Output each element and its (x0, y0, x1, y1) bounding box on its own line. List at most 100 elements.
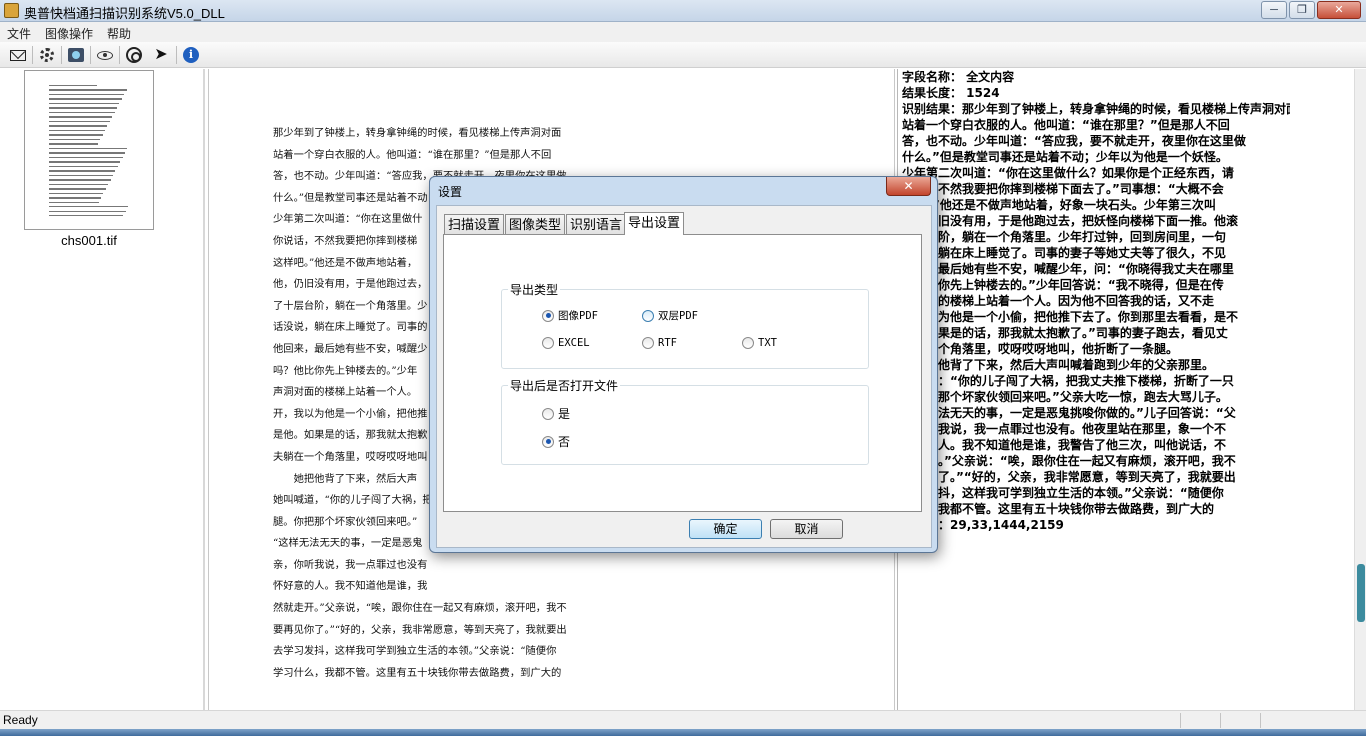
recognition-result-panel[interactable]: 字段名称： 全文内容 结果长度： 1524 识别结果：那少年到了钟楼上，转身拿钟绳的… (897, 69, 1353, 710)
radio-indicator (742, 337, 754, 349)
target-icon (126, 47, 142, 63)
recognition-text: 字段名称： 全文内容 结果长度： 1524 识别结果：那少年到了钟楼上，转身拿钟绳的… (902, 69, 1290, 533)
recognition-line: ，最后她有些不安，喊醒少年，问：“你晓得我丈夫在哪里 (902, 262, 1234, 276)
radio-txt[interactable]: TXT (742, 337, 777, 349)
thumbnail-panel: chs001.tif (0, 69, 205, 710)
recognition-line: 如果是的话，那我就太抱歉了。”司事的妻子跑去，看见丈 (902, 326, 1228, 340)
recognition-line: 识别结果：那少年到了钟楼上，转身拿钟绳的时候，看见楼梯上传声洞对面 (902, 102, 1290, 116)
close-button[interactable]: ✕ (1317, 1, 1361, 19)
tab-recognition-language[interactable]: 识别语言 (566, 214, 627, 234)
thumbnail-text-line (49, 156, 123, 159)
recognition-line: 仍旧没有用，于是他跑过去，把妖怪向楼梯下面一推。他滚 (902, 214, 1239, 228)
thumbnail-text-line (49, 138, 101, 141)
thumbnail-text-line (49, 85, 97, 87)
radio-rtf[interactable]: RTF (642, 337, 677, 349)
radio-open-yes[interactable]: 是 (542, 405, 570, 422)
thumbnail-text-line (49, 179, 111, 181)
radio-excel[interactable]: EXCEL (542, 337, 590, 349)
radio-label: 是 (558, 407, 571, 421)
next-button[interactable]: ➤ (150, 45, 172, 65)
recognize-button[interactable] (123, 45, 145, 65)
mail-button[interactable] (7, 45, 29, 65)
arrow-right-icon: ➤ (154, 46, 168, 63)
thumbnail-text-line (49, 125, 108, 127)
document-line: 怀好意的人。我不知道他是谁，我 (273, 580, 428, 593)
radio-indicator (542, 337, 554, 349)
eye-icon (97, 50, 113, 60)
recognition-line: 把那个坏家伙领回来吧。”父亲大吃一惊，跑去大骂儿子。 (902, 390, 1228, 404)
maximize-button[interactable]: ❐ (1289, 1, 1315, 19)
settings-button[interactable] (36, 45, 58, 65)
thumbnail-filename: chs001.tif (61, 233, 117, 248)
recognition-line: ，躺在床上睡觉了。司事的妻子等她丈夫等了很久，不见 (902, 246, 1227, 260)
app-icon (4, 3, 19, 18)
about-button[interactable]: i (180, 45, 202, 65)
recognition-line: ，我都不管。这里有五十块钱你带去做路费，到广大的 (902, 502, 1215, 516)
recognition-line: 面的楼梯上站着一个人。因为他不回答我的话，又不走 (902, 294, 1215, 308)
thumbnail-text-line (49, 161, 121, 163)
recognition-line: 道：“你的儿子闯了大祸，把我丈夫推下楼梯，折断了一只 (902, 374, 1234, 388)
recognition-line: 站着一个穿白衣服的人。他叫道：“谁在那里？”但是那人不回 (902, 118, 1230, 132)
tab-image-type[interactable]: 图像类型 (505, 214, 566, 234)
thumbnail-text-line (49, 93, 125, 96)
info-icon: i (183, 47, 199, 63)
status-bar: Ready (0, 710, 1366, 729)
preview-button[interactable] (94, 45, 116, 65)
menu-help[interactable]: 帮助 (107, 25, 131, 42)
minimize-button[interactable]: ─ (1261, 1, 1287, 19)
export-settings-panel: 导出类型 图像PDF 双层PDF EXCEL RTF TXT 导出后是否打开文件… (443, 234, 922, 512)
vertical-scrollbar[interactable] (1354, 69, 1366, 710)
recognition-line: 一个角落里，哎呀哎呀地叫，他折断了一条腿。 (902, 342, 1179, 356)
thumbnail-text-line (49, 206, 129, 208)
thumbnail-text-line (49, 210, 126, 212)
thumbnail-text-line (49, 192, 104, 195)
thumbnail-text-line (49, 98, 122, 100)
mail-icon (10, 49, 26, 61)
thumbnail-text-line (49, 116, 113, 118)
thumbnail-text-line (49, 89, 127, 91)
recognition-line: 的人。我不知道他是谁，我警告了他三次，叫他说话，不 (902, 438, 1227, 452)
menu-file[interactable]: 文件 (7, 25, 31, 42)
recognition-line: 把他背了下来，然后大声叫喊着跑到少年的父亲那里。 (902, 358, 1215, 372)
radio-indicator (542, 407, 554, 420)
dialog-body: 扫描设置 图像类型 识别语言 导出设置 导出类型 图像PDF 双层PDF EXC… (436, 205, 932, 548)
recognition-line: 发抖，这样我可学到独立生活的本领。”父亲说：“随便你 (902, 486, 1224, 500)
radio-dual-layer-pdf[interactable]: 双层PDF (642, 308, 698, 323)
scan-button[interactable] (65, 45, 87, 65)
thumbnail-text-line (49, 134, 103, 136)
radio-label: 双层PDF (658, 310, 698, 322)
recognition-line: 台阶，躺在一个角落里。少年打过钟，回到房间里，一句 (902, 230, 1227, 244)
status-text: Ready (3, 713, 38, 727)
document-line: 那少年到了钟楼上，转身拿钟绳的时候，看见楼梯上传声洞对面 (273, 127, 562, 139)
status-separator (1220, 713, 1221, 728)
export-type-group: 导出类型 图像PDF 双层PDF EXCEL RTF TXT (501, 281, 869, 369)
thumbnail-text-line (49, 174, 113, 177)
radio-indicator (642, 337, 654, 349)
recognition-line: 少年第二次叫道：“你在这里做什么？如果你是个正经东西，请 (902, 166, 1234, 180)
radio-label: EXCEL (558, 337, 590, 349)
recognition-line: 以为他是一个小偷，把他推下去了。你到那里去看看，是不 (902, 310, 1239, 324)
cancel-button[interactable]: 取消 (770, 519, 843, 539)
dialog-close-button[interactable]: ✕ (886, 177, 931, 196)
open-after-export-group: 导出后是否打开文件 是 否 (501, 377, 869, 465)
thumbnail-text-line (49, 120, 110, 123)
title-bar: 奥普快档通扫描识别系统V5.0_DLL ─ ❐ ✕ (0, 0, 1366, 22)
radio-image-pdf[interactable]: 图像PDF (542, 308, 598, 323)
thumbnail-text-line (49, 197, 101, 199)
recognition-line: 你了。”“好的，父亲，我非常愿意，等到天亮了，我就要出 (902, 470, 1236, 484)
document-line: 站着一个穿白衣服的人。他叫道：“谁在那里？”但是那人不回 (273, 148, 552, 161)
thumbnail-text-line (49, 170, 116, 172)
radio-label: TXT (758, 337, 777, 349)
thumbnail-text-line (49, 102, 120, 105)
status-separator (1180, 713, 1181, 728)
menu-image-operations[interactable]: 图像操作 (45, 25, 93, 42)
ok-button[interactable]: 确定 (689, 519, 762, 539)
page-thumbnail[interactable] (24, 70, 154, 230)
toolbar-separator (176, 46, 177, 64)
tab-scan-settings[interactable]: 扫描设置 (444, 214, 505, 234)
recognition-line: 字段名称： 全文内容 (902, 70, 1015, 84)
scrollbar-thumb[interactable] (1357, 564, 1365, 622)
status-separator (1260, 713, 1261, 728)
tab-export-settings[interactable]: 导出设置 (624, 212, 685, 235)
radio-open-no[interactable]: 否 (542, 433, 570, 450)
